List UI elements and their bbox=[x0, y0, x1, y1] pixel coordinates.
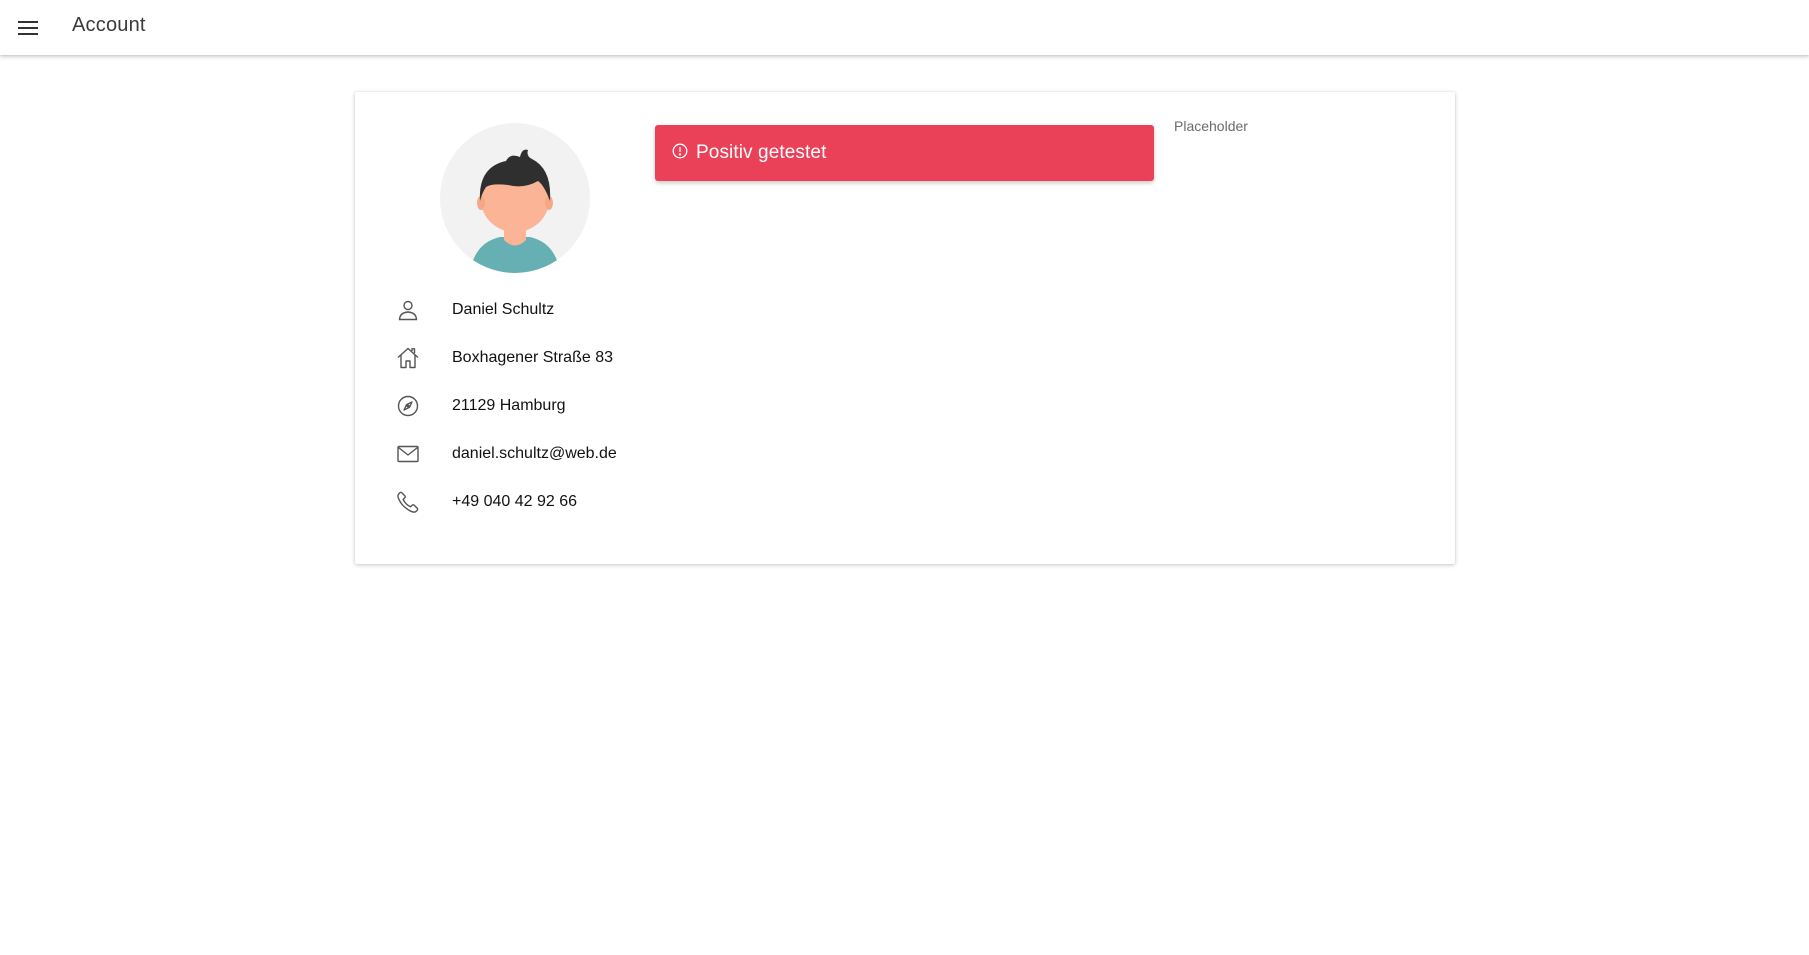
profile-city: 21129 Hamburg bbox=[452, 397, 566, 414]
status-label: Positiv getestet bbox=[696, 142, 827, 163]
info-row-name: Daniel Schultz bbox=[395, 296, 554, 324]
profile-email[interactable]: daniel.schultz@web.de bbox=[452, 445, 617, 463]
info-row-email: daniel.schultz@web.de bbox=[395, 440, 617, 468]
menu-button[interactable] bbox=[12, 12, 44, 44]
home-icon bbox=[395, 345, 421, 371]
profile-name: Daniel Schultz bbox=[452, 301, 555, 318]
phone-icon bbox=[395, 489, 421, 515]
avatar bbox=[440, 123, 590, 273]
profile-card: Daniel Schultz Boxhagener Straße 83 2112… bbox=[355, 92, 1455, 564]
info-row-phone: +49 040 42 92 66 bbox=[395, 488, 577, 516]
alert-circle-icon bbox=[672, 143, 688, 159]
info-row-street: Boxhagener Straße 83 bbox=[395, 344, 613, 372]
status-alert: Positiv getestet bbox=[655, 125, 1154, 181]
placeholder-text: Placeholder bbox=[1174, 118, 1248, 134]
page-title: Account bbox=[72, 14, 146, 36]
profile-phone[interactable]: +49 040 42 92 66 bbox=[452, 493, 577, 511]
person-icon bbox=[395, 297, 421, 323]
app-bar: Account bbox=[0, 0, 1809, 55]
info-row-city: 21129 Hamburg bbox=[395, 392, 566, 420]
menu-icon bbox=[18, 21, 38, 35]
compass-icon bbox=[395, 393, 421, 419]
mail-icon bbox=[395, 441, 421, 467]
profile-street: Boxhagener Straße 83 bbox=[452, 349, 613, 366]
